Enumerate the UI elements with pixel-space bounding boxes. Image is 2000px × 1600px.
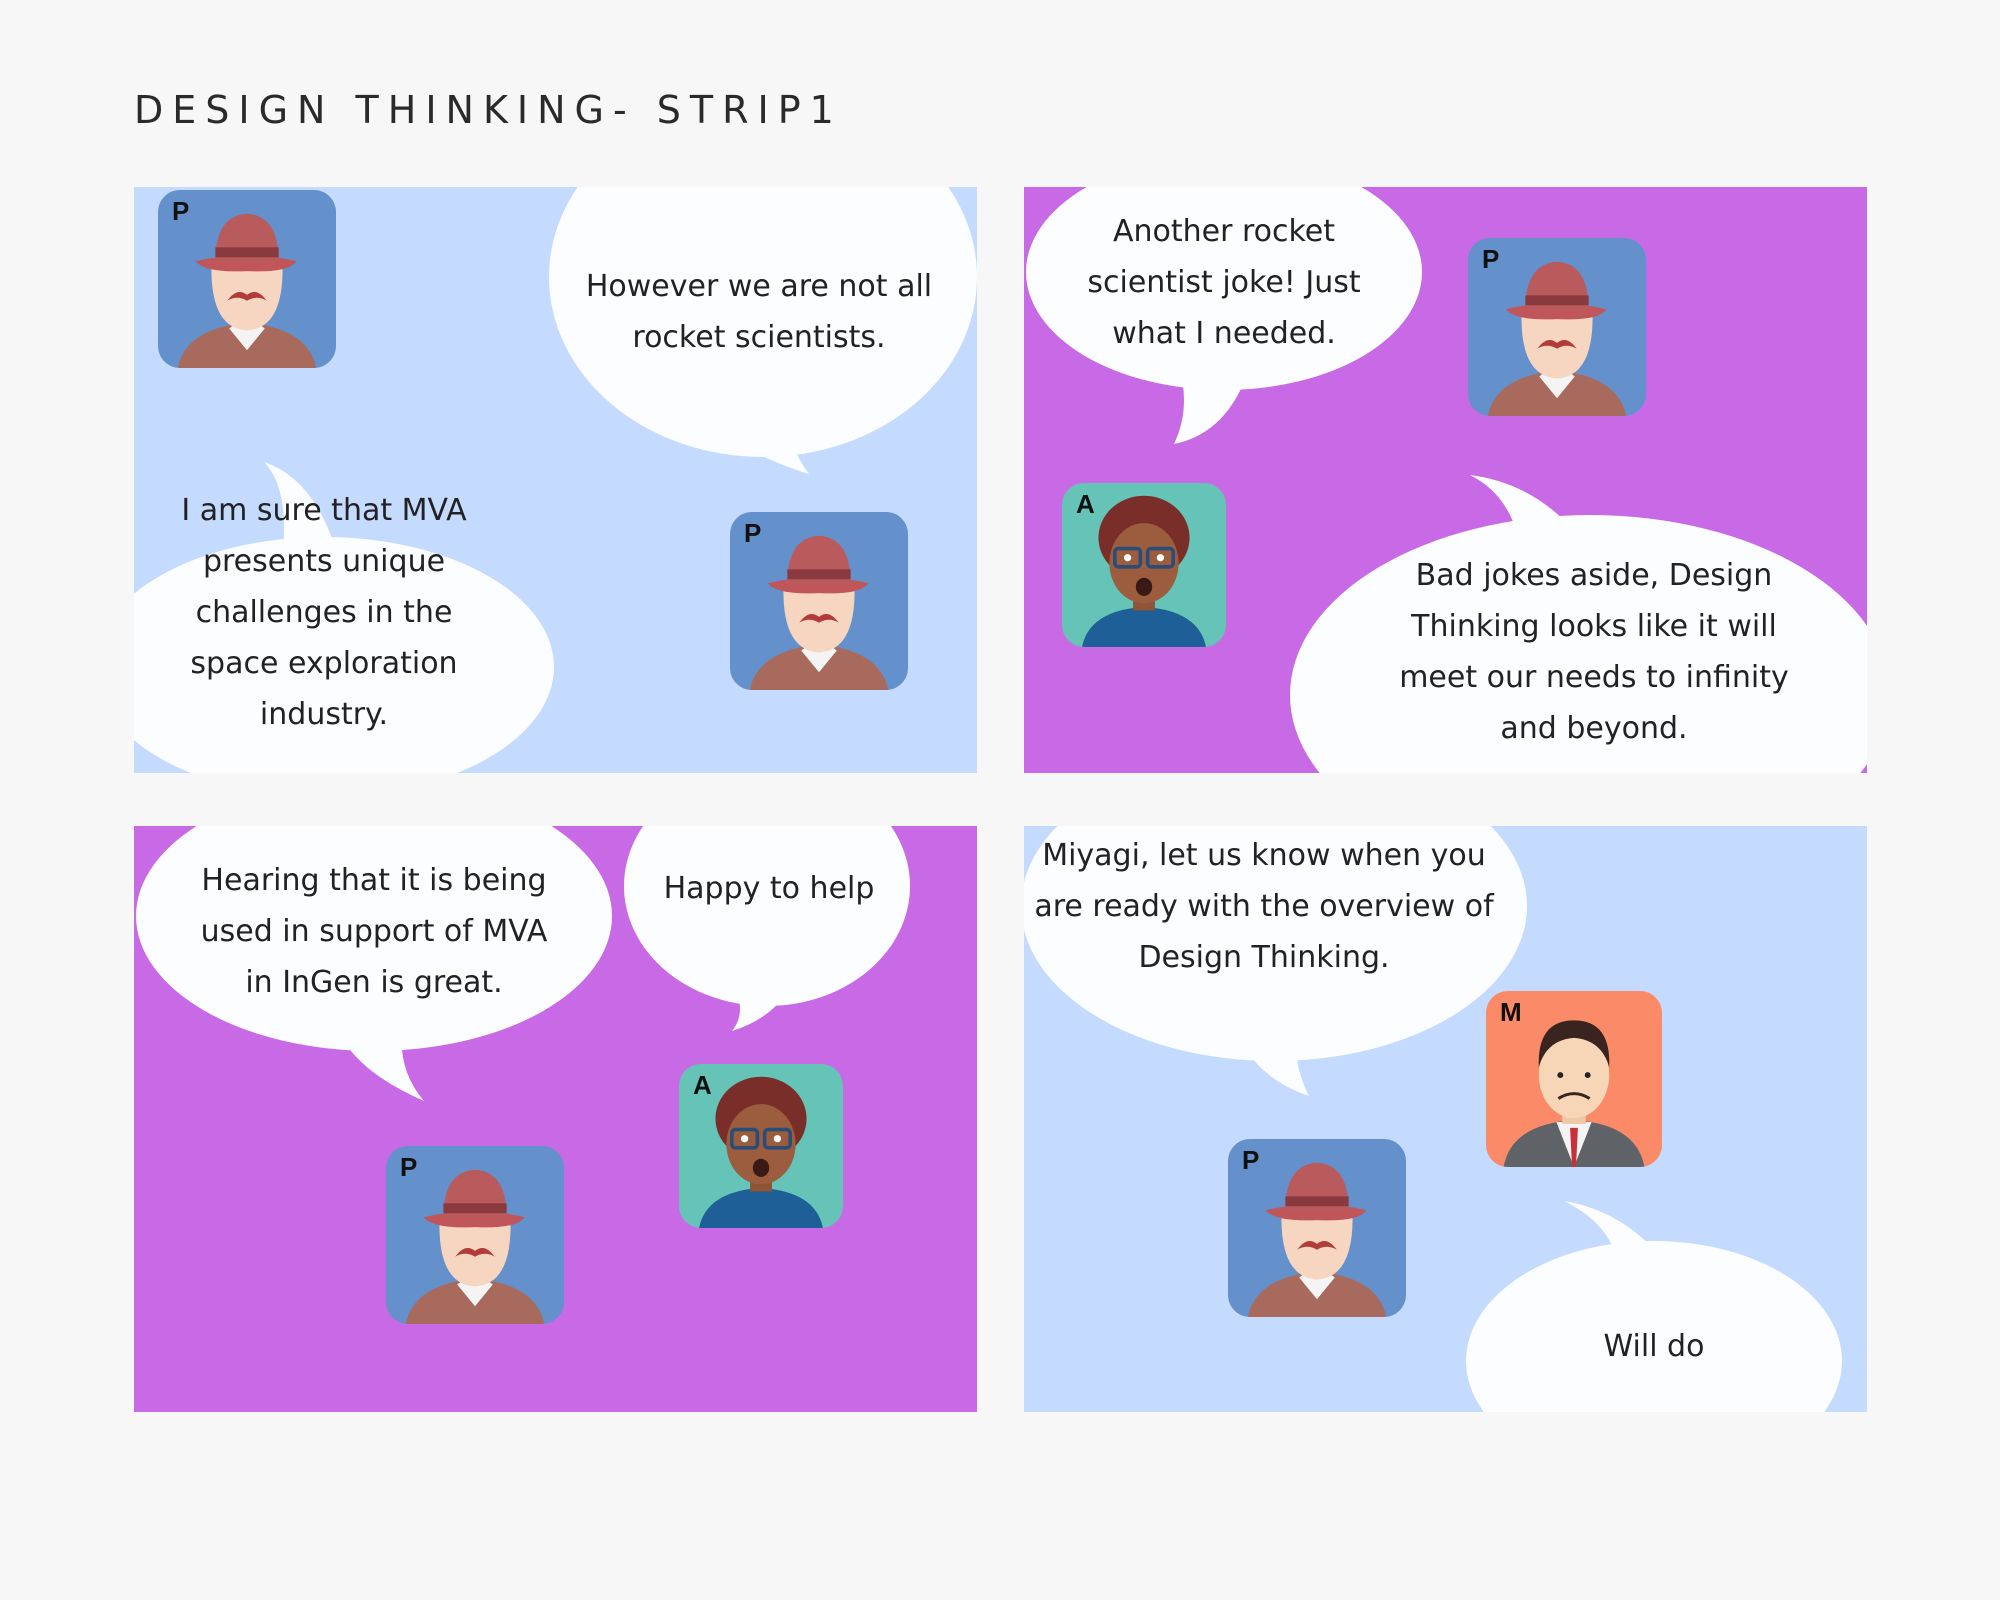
avatar-a: A bbox=[1062, 483, 1226, 647]
speech-text: Will do bbox=[1603, 1328, 1705, 1364]
avatar-p: P bbox=[386, 1146, 564, 1324]
speech-text: Miyagi, let us know when you are ready w… bbox=[1034, 837, 1494, 975]
avatar-m: M bbox=[1486, 991, 1662, 1167]
avatar-p: P bbox=[1468, 238, 1646, 416]
avatar-badge: A bbox=[1076, 489, 1095, 519]
avatar-badge: P bbox=[172, 196, 190, 226]
comic-panel-3: Hearing that it is being used in support… bbox=[134, 826, 977, 1412]
avatar-badge: P bbox=[1242, 1145, 1260, 1175]
speech-text: Another rocket scientist joke! Just what… bbox=[1087, 213, 1361, 351]
avatar-badge: P bbox=[1482, 244, 1500, 274]
avatar-badge: A bbox=[693, 1070, 712, 1100]
avatar-p: P bbox=[158, 190, 336, 368]
comic-panel-4: Miyagi, let us know when you are ready w… bbox=[1024, 826, 1867, 1412]
avatar-p: P bbox=[1228, 1139, 1406, 1317]
speech-text: Happy to help bbox=[663, 871, 875, 906]
comic-panel-1: However we are not all rocket scientists… bbox=[134, 187, 977, 773]
avatar-badge: P bbox=[744, 518, 762, 548]
speech-text: I am sure that MVA presents unique chall… bbox=[181, 492, 467, 732]
speech-text: Bad jokes aside, Design Thinking looks l… bbox=[1399, 558, 1789, 746]
comic-panel-2: Another rocket scientist joke! Just what… bbox=[1024, 187, 1867, 773]
avatar-a: A bbox=[679, 1064, 843, 1228]
avatar-badge: M bbox=[1500, 997, 1522, 1027]
speech-text: However we are not all rocket scientists… bbox=[585, 269, 933, 355]
avatar-badge: P bbox=[400, 1152, 418, 1182]
speech-text: Hearing that it is being used in support… bbox=[200, 862, 548, 1000]
page-title: DESIGN THINKING- STRIP1 bbox=[134, 88, 843, 132]
avatar-p: P bbox=[730, 512, 908, 690]
